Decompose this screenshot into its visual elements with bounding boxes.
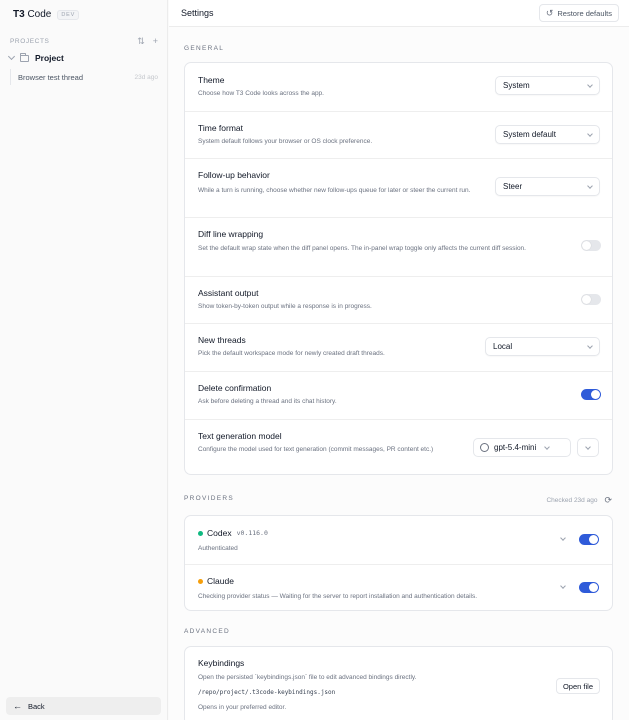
setting-text-model: Text generation model Configure the mode… bbox=[185, 419, 612, 474]
setting-desc: While a turn is running, choose whether … bbox=[198, 187, 471, 194]
setting-desc: Configure the model used for text genera… bbox=[198, 446, 434, 453]
restore-defaults-button[interactable]: ↺ Restore defaults bbox=[538, 4, 619, 22]
setting-title: Keybindings bbox=[198, 658, 245, 668]
brand: T3 Code DEV bbox=[13, 9, 80, 20]
add-project-icon[interactable]: + bbox=[153, 36, 158, 47]
sort-icon[interactable]: ⇅ bbox=[137, 36, 145, 47]
restore-label: Restore defaults bbox=[557, 8, 612, 18]
setting-title: Assistant output bbox=[198, 288, 259, 298]
setting-title: Theme bbox=[198, 75, 225, 85]
setting-delete-confirm: Delete confirmation Ask before deleting … bbox=[185, 371, 612, 419]
keybindings-note: Opens in your preferred editor. bbox=[198, 704, 287, 711]
follow-up-value: Steer bbox=[503, 182, 523, 191]
setting-diff-wrap: Diff line wrapping Set the default wrap … bbox=[185, 217, 612, 276]
assistant-output-toggle[interactable] bbox=[581, 294, 601, 305]
theme-select[interactable]: System bbox=[495, 76, 600, 95]
sidebar: T3 Code DEV PROJECTS ⇅ + Project Browser… bbox=[0, 0, 168, 720]
chevron-down-icon bbox=[544, 443, 551, 450]
follow-up-select[interactable]: Steer bbox=[495, 177, 600, 196]
status-dot bbox=[198, 578, 203, 584]
status-dot bbox=[198, 530, 203, 536]
diff-wrap-toggle[interactable] bbox=[581, 240, 601, 251]
chevron-down-icon bbox=[587, 182, 593, 189]
setting-title: Follow-up behavior bbox=[198, 170, 270, 180]
chevron-down-icon[interactable] bbox=[560, 583, 566, 589]
time-format-value: System default bbox=[503, 130, 556, 139]
providers-card: Codex v0.116.0 Authenticated Claude Chec… bbox=[184, 515, 613, 611]
chevron-down-icon bbox=[587, 130, 593, 137]
provider-title: Codex v0.116.0 bbox=[198, 528, 268, 538]
settings-panel: Settings ↺ Restore defaults GENERAL Them… bbox=[169, 0, 629, 720]
text-model-value: gpt-5.4-mini bbox=[494, 443, 537, 452]
chevron-down-icon bbox=[587, 342, 593, 349]
new-threads-value: Local bbox=[493, 342, 513, 351]
setting-desc: System default follows your browser or O… bbox=[198, 138, 373, 145]
openai-icon bbox=[480, 443, 489, 452]
page-title: Settings bbox=[181, 8, 214, 18]
providers-meta: Checked 23d ago ⟳ bbox=[546, 495, 612, 506]
advanced-card: Keybindings Open the persisted `keybindi… bbox=[184, 646, 613, 720]
chevron-down-icon bbox=[7, 52, 16, 61]
setting-title: Diff line wrapping bbox=[198, 229, 264, 239]
setting-follow-up: Follow-up behavior While a turn is runni… bbox=[185, 158, 612, 217]
projects-header: PROJECTS ⇅ + bbox=[10, 36, 158, 47]
project-item[interactable]: Project bbox=[7, 52, 64, 63]
section-providers-label: PROVIDERS bbox=[184, 495, 234, 502]
chevron-down-icon bbox=[587, 81, 593, 88]
setting-keybindings: Keybindings Open the persisted `keybindi… bbox=[185, 647, 612, 720]
open-file-button[interactable]: Open file bbox=[555, 678, 600, 694]
folder-icon bbox=[20, 52, 29, 62]
back-label: Back bbox=[28, 701, 45, 711]
provider-status: Authenticated bbox=[198, 545, 238, 552]
setting-desc: Open the persisted `keybindings.json` fi… bbox=[198, 674, 417, 681]
thread-name: Browser test thread bbox=[18, 72, 84, 82]
setting-assistant-output: Assistant output Show token-by-token out… bbox=[185, 276, 612, 323]
thread-item[interactable]: Browser test thread 23d ago bbox=[10, 69, 158, 85]
keybindings-path: /repo/project/.t3code-keybindings.json bbox=[198, 689, 336, 696]
provider-name: Codex bbox=[207, 528, 232, 538]
time-format-select[interactable]: System default bbox=[495, 125, 600, 144]
provider-codex: Codex v0.116.0 Authenticated bbox=[185, 516, 612, 564]
setting-title: New threads bbox=[198, 335, 246, 345]
chevron-down-icon bbox=[585, 443, 591, 450]
theme-value: System bbox=[503, 81, 530, 90]
arrow-left-icon: ← bbox=[13, 701, 22, 711]
provider-claude: Claude Checking provider status — Waitin… bbox=[185, 564, 612, 610]
model-options-button[interactable] bbox=[577, 438, 599, 457]
text-model-select[interactable]: gpt-5.4-mini bbox=[473, 438, 571, 457]
thread-age: 23d ago bbox=[134, 73, 159, 81]
setting-title: Delete confirmation bbox=[198, 383, 272, 393]
general-card: Theme Choose how T3 Code looks across th… bbox=[184, 62, 613, 475]
claude-toggle[interactable] bbox=[579, 582, 599, 593]
provider-version: v0.116.0 bbox=[236, 529, 268, 537]
providers-checked: Checked 23d ago bbox=[546, 497, 598, 504]
projects-label: PROJECTS bbox=[10, 38, 50, 45]
setting-title: Text generation model bbox=[198, 431, 282, 441]
setting-time-format: Time format System default follows your … bbox=[185, 111, 612, 158]
dev-badge: DEV bbox=[57, 9, 80, 20]
codex-toggle[interactable] bbox=[579, 534, 599, 545]
section-advanced-label: ADVANCED bbox=[184, 628, 231, 635]
app-logo: T3 Code bbox=[13, 9, 52, 20]
provider-title: Claude bbox=[198, 576, 234, 586]
undo-icon: ↺ bbox=[545, 7, 554, 18]
chevron-down-icon[interactable] bbox=[560, 535, 566, 541]
provider-status: Checking provider status — Waiting for t… bbox=[198, 593, 478, 600]
project-name: Project bbox=[35, 53, 64, 63]
settings-header: Settings ↺ Restore defaults bbox=[169, 0, 629, 27]
setting-desc: Pick the default workspace mode for newl… bbox=[198, 350, 385, 357]
back-button[interactable]: ← Back bbox=[6, 697, 161, 715]
setting-desc: Set the default wrap state when the diff… bbox=[198, 245, 526, 252]
refresh-icon[interactable]: ⟳ bbox=[604, 495, 612, 506]
setting-new-threads: New threads Pick the default workspace m… bbox=[185, 323, 612, 371]
setting-desc: Ask before deleting a thread and its cha… bbox=[198, 398, 337, 405]
delete-confirm-toggle[interactable] bbox=[581, 389, 601, 400]
setting-desc: Show token-by-token output while a respo… bbox=[198, 303, 372, 310]
new-threads-select[interactable]: Local bbox=[485, 337, 600, 356]
setting-desc: Choose how T3 Code looks across the app. bbox=[198, 90, 324, 97]
setting-title: Time format bbox=[198, 123, 244, 133]
setting-theme: Theme Choose how T3 Code looks across th… bbox=[185, 63, 612, 111]
provider-name: Claude bbox=[207, 576, 234, 586]
section-general-label: GENERAL bbox=[184, 45, 225, 52]
